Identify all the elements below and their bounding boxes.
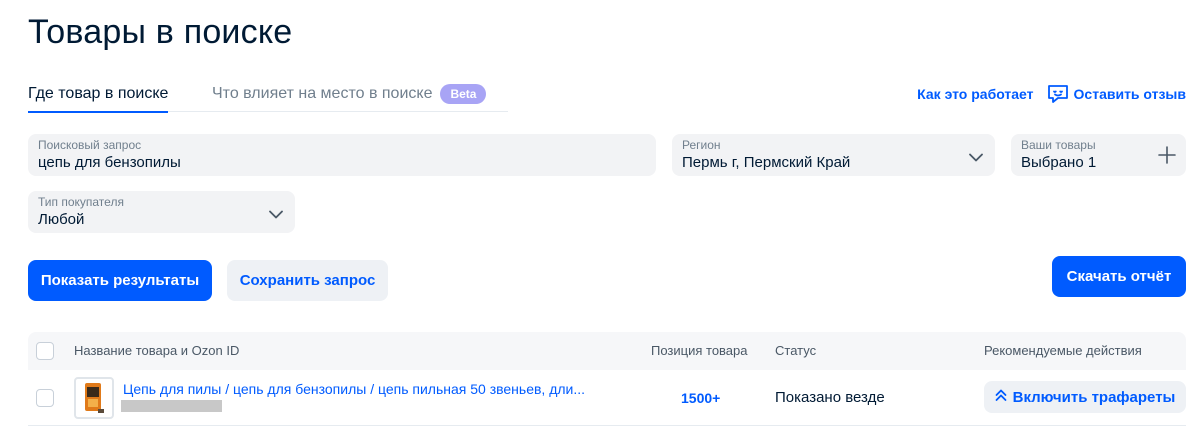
region-select[interactable]: Регион Пермь г, Пермский Край (672, 134, 995, 176)
your-goods-field[interactable]: Ваши товары Выбрано 1 (1011, 134, 1186, 176)
region-value: Пермь г, Пермский Край (682, 154, 851, 171)
chat-feedback-icon (1046, 82, 1070, 106)
search-query-value[interactable]: цепь для бензопилы (38, 153, 646, 173)
your-goods-label: Ваши товары (1021, 138, 1096, 152)
show-results-button[interactable]: Показать результаты (28, 260, 212, 301)
page-title: Товары в поиске (28, 13, 293, 51)
chevron-down-icon (269, 206, 283, 224)
select-all-checkbox[interactable] (36, 342, 54, 360)
table-row: Цепь для пилы / цепь для бензопилы / цеп… (28, 370, 1186, 426)
buyer-type-select[interactable]: Тип покупателя Любой (28, 191, 295, 233)
search-query-field[interactable]: Поисковый запрос цепь для бензопилы (28, 134, 656, 176)
region-label: Регион (682, 138, 721, 152)
results-table: Название товара и Ozon ID Позиция товара… (28, 332, 1186, 426)
product-name-link[interactable]: Цепь для пилы / цепь для бензопилы / цеп… (123, 381, 628, 397)
download-report-button[interactable]: Скачать отчёт (1052, 256, 1186, 297)
save-query-button[interactable]: Сохранить запрос (227, 260, 388, 301)
beta-badge: Beta (440, 84, 487, 104)
product-status: Показано везде (775, 389, 885, 406)
buyer-type-value: Любой (38, 211, 85, 228)
how-it-works-link[interactable]: Как это работает (917, 83, 1033, 105)
tab-label: Что влияет на место в поиске (212, 85, 433, 102)
tab-where-in-search[interactable]: Где товар в поиске (28, 84, 169, 113)
tab-label: Где товар в поиске (28, 85, 169, 102)
buyer-type-label: Тип покупателя (38, 195, 124, 209)
product-thumbnail[interactable] (74, 377, 114, 419)
feedback-label: Оставить отзыв (1073, 86, 1186, 102)
tab-what-affects-position[interactable]: Что влияет на место в поиске Beta (212, 84, 487, 112)
ozon-id-redacted (121, 400, 222, 412)
feedback-link[interactable]: Оставить отзыв (1046, 82, 1186, 106)
column-header-position: Позиция товара (651, 343, 748, 358)
double-chevron-up-icon (995, 388, 1007, 406)
search-query-label: Поисковый запрос (38, 138, 142, 152)
row-checkbox[interactable] (36, 389, 54, 407)
chevron-down-icon (969, 149, 983, 167)
product-position-link[interactable]: 1500+ (681, 390, 720, 406)
column-header-status: Статус (775, 343, 817, 358)
enable-stencils-label: Включить трафареты (1012, 388, 1176, 406)
tabs-bar: Где товар в поиске Что влияет на место в… (28, 82, 508, 113)
column-header-name: Название товара и Ozon ID (74, 343, 240, 358)
enable-stencils-button[interactable]: Включить трафареты (984, 381, 1186, 413)
plus-icon[interactable] (1158, 146, 1176, 169)
column-header-actions: Рекомендуемые действия (984, 343, 1142, 358)
table-header: Название товара и Ozon ID Позиция товара… (28, 332, 1186, 370)
top-links: Как это работает Оставить отзыв (917, 82, 1186, 106)
your-goods-value: Выбрано 1 (1021, 154, 1097, 171)
